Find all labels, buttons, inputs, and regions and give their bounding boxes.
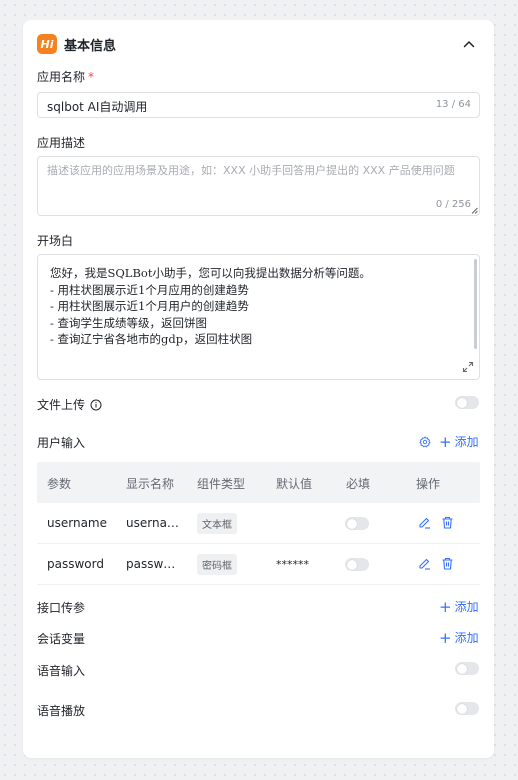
edit-icon[interactable] — [418, 516, 431, 529]
col-default: 默认值 — [276, 477, 313, 491]
prologue-label: 开场白 — [37, 234, 74, 248]
basic-info-card: Hi 基本信息 应用名称 * sqlbot AI自动调用 13 / 64 应用描述… — [23, 20, 494, 758]
file-upload-row: 文件上传 — [37, 396, 102, 413]
gear-icon[interactable] — [419, 436, 431, 448]
plus-icon: + — [439, 628, 452, 647]
user-input-label: 用户输入 — [37, 436, 86, 450]
col-param: 参数 — [47, 477, 72, 491]
required-toggle[interactable] — [345, 558, 369, 571]
cell-type-tag: 密码框 — [197, 554, 237, 575]
app-desc-textarea[interactable]: 描述该应用的应用场景及用途，如：XXX 小助手回答用户提出的 XXX 产品使用问… — [37, 156, 480, 216]
table-header: 参数 显示名称 组件类型 默认值 必填 操作 — [37, 462, 480, 503]
resize-handle-icon[interactable] — [471, 207, 478, 214]
section-title: 基本信息 — [64, 39, 117, 54]
app-desc-placeholder: 描述该应用的应用场景及用途，如：XXX 小助手回答用户提出的 XXX 产品使用问… — [47, 164, 455, 177]
cell-type-tag: 文本框 — [197, 513, 237, 534]
session-vars-label: 会话变量 — [37, 632, 86, 646]
app-name-label-text: 应用名称 — [37, 70, 86, 84]
user-input-add-button[interactable]: + 添加 — [439, 433, 479, 450]
col-actions: 操作 — [416, 477, 441, 491]
app-logo: Hi — [37, 34, 57, 54]
app-name-value: sqlbot AI自动调用 — [47, 100, 148, 114]
file-upload-label: 文件上传 — [37, 398, 86, 412]
app-desc-label: 应用描述 — [37, 136, 86, 150]
col-display-name: 显示名称 — [126, 477, 175, 491]
app-name-counter: 13 / 64 — [435, 99, 471, 110]
app-name-label: 应用名称 * — [37, 68, 94, 85]
prologue-editor[interactable]: 您好，我是SQLBot小助手，您可以向我提出数据分析等问题。 - 用柱状图展示近… — [37, 254, 480, 380]
edit-icon[interactable] — [418, 557, 431, 570]
chevron-up-icon[interactable] — [461, 36, 477, 52]
voice-input-toggle[interactable] — [455, 662, 479, 675]
table-row: password passw… 密码框 ****** — [37, 544, 480, 585]
session-vars-add-label: 添加 — [454, 631, 479, 645]
session-vars-add-button[interactable]: + 添加 — [439, 629, 479, 646]
api-params-add-button[interactable]: + 添加 — [439, 598, 479, 615]
required-mark: * — [88, 70, 95, 84]
plus-icon: + — [439, 432, 452, 451]
col-component-type: 组件类型 — [197, 477, 246, 491]
voice-playback-label: 语音播放 — [37, 704, 86, 718]
required-toggle[interactable] — [345, 517, 369, 530]
delete-icon[interactable] — [441, 557, 454, 570]
prologue-text: 您好，我是SQLBot小助手，您可以向我提出数据分析等问题。 - 用柱状图展示近… — [50, 266, 371, 346]
expand-icon[interactable] — [462, 361, 474, 373]
info-icon[interactable] — [90, 399, 102, 411]
cell-param: username — [47, 516, 107, 530]
prologue-scrollbar[interactable] — [474, 259, 477, 349]
app-desc-counter: 0 / 256 — [435, 199, 471, 210]
plus-icon: + — [439, 597, 452, 616]
api-params-add-label: 添加 — [454, 600, 479, 614]
file-upload-toggle[interactable] — [455, 396, 479, 409]
cell-default: ****** — [276, 558, 309, 571]
voice-playback-toggle[interactable] — [455, 702, 479, 715]
user-input-add-label: 添加 — [454, 435, 479, 449]
cell-param: password — [47, 557, 104, 571]
cell-display-name: passw… — [126, 557, 176, 571]
api-params-label: 接口传参 — [37, 601, 86, 615]
table-row: username userna… 文本框 — [37, 503, 480, 544]
cell-display-name: userna… — [126, 516, 179, 530]
app-name-input[interactable]: sqlbot AI自动调用 13 / 64 — [37, 92, 480, 118]
voice-input-label: 语音输入 — [37, 664, 86, 678]
delete-icon[interactable] — [441, 516, 454, 529]
col-required: 必填 — [346, 477, 371, 491]
